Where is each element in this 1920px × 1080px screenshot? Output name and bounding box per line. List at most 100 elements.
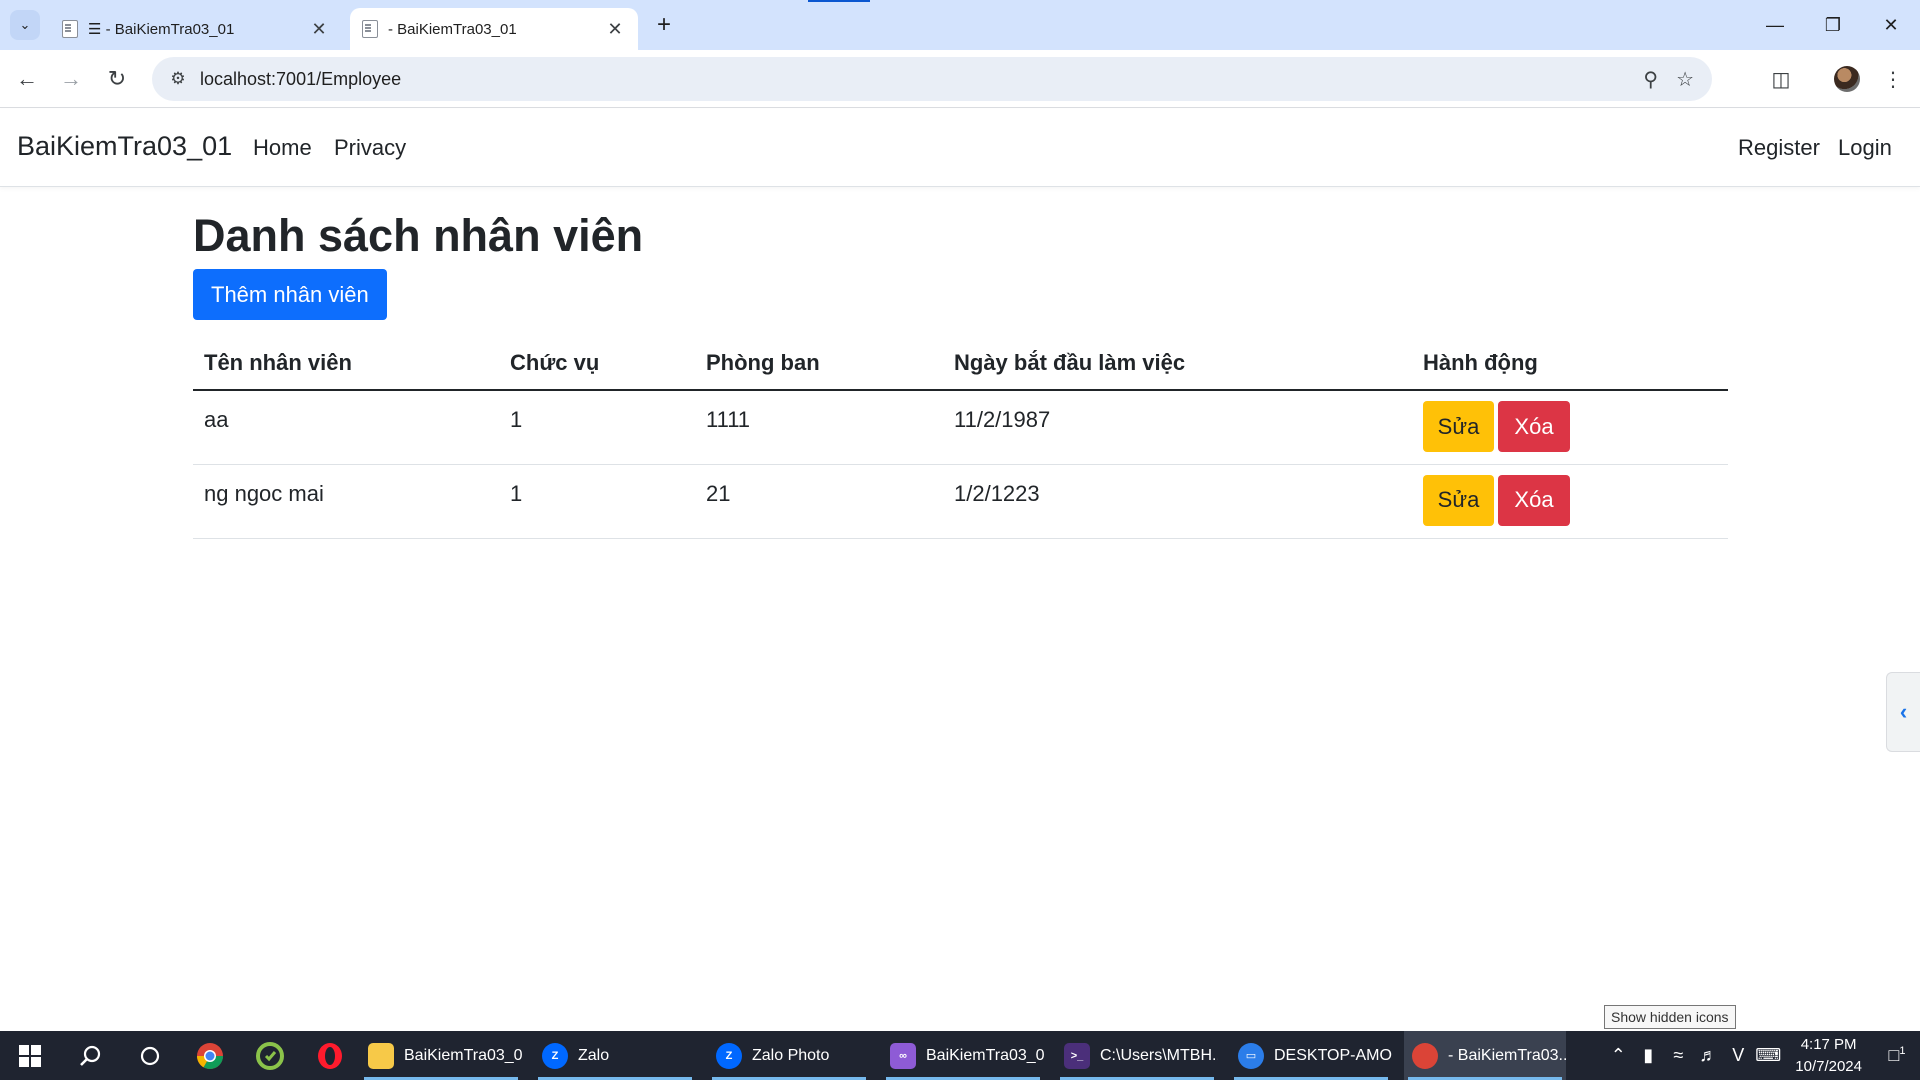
cell-position: 1 <box>499 390 695 465</box>
table-row: aa 1 1111 11/2/1987 Sửa Xóa <box>193 390 1728 465</box>
browser-tab-bar: ⌄ ☰ - BaiKiemTra03_01 ✕ - BaiKiemTra03_0… <box>0 0 1920 50</box>
input-method-icon[interactable]: V <box>1723 1045 1753 1066</box>
site-navbar: BaiKiemTra03_01 Home Privacy Register Lo… <box>0 109 1920 187</box>
taskbar-app-terminal[interactable]: >_ C:\Users\MTBH... <box>1056 1031 1218 1080</box>
extensions-icon[interactable]: ◫ <box>1764 62 1798 96</box>
taskbar-app-zalo[interactable]: Z Zalo <box>534 1031 696 1080</box>
wifi-icon[interactable]: ≈ <box>1663 1045 1693 1066</box>
remote-desktop-icon: ▭ <box>1238 1042 1264 1069</box>
side-panel-toggle[interactable]: ‹ <box>1886 672 1920 752</box>
restore-icon[interactable]: ❐ <box>1804 0 1862 50</box>
taskbar-app-label: BaiKiemTra03_0... <box>926 1046 1044 1064</box>
folder-icon <box>368 1042 394 1069</box>
terminal-icon: >_ <box>1064 1042 1090 1069</box>
cell-department: 1111 <box>695 390 943 465</box>
column-header-department: Phòng ban <box>695 336 943 391</box>
search-icon[interactable] <box>60 1031 120 1080</box>
zalo-photo-icon: Z <box>716 1042 742 1069</box>
edit-button[interactable]: Sửa <box>1423 474 1494 526</box>
system-tray: ⌃ ▮ ≈ ♬ V ⌨ 4:17 PM 10/7/2024 □1 <box>1603 1031 1920 1080</box>
nav-link-privacy[interactable]: Privacy <box>334 135 406 161</box>
taskbar-app-label: C:\Users\MTBH... <box>1100 1046 1218 1064</box>
window-controls: — ❐ ✕ <box>1746 0 1920 50</box>
chrome-icon <box>1412 1042 1438 1069</box>
column-header-position: Chức vụ <box>499 336 695 391</box>
opera-icon[interactable] <box>300 1031 360 1080</box>
cell-start-date: 11/2/1987 <box>943 390 1412 465</box>
minimize-icon[interactable]: — <box>1746 0 1804 50</box>
browser-tab-active[interactable]: - BaiKiemTra03_01 ✕ <box>350 8 638 50</box>
cell-actions: Sửa Xóa <box>1412 464 1728 539</box>
green-app-icon[interactable] <box>240 1031 300 1080</box>
notification-center-icon[interactable]: □1 <box>1874 1045 1920 1066</box>
nav-link-home[interactable]: Home <box>253 135 312 161</box>
delete-button[interactable]: Xóa <box>1498 474 1570 526</box>
page-title: Danh sách nhân viên <box>193 210 644 261</box>
close-icon[interactable]: ✕ <box>308 19 330 40</box>
clock-date: 10/7/2024 <box>1795 1057 1862 1075</box>
clock-time: 4:17 PM <box>1800 1035 1857 1053</box>
volume-icon[interactable]: ♬ <box>1693 1045 1723 1066</box>
taskbar-app-label: BaiKiemTra03_01 <box>404 1046 522 1064</box>
new-tab-icon[interactable]: + <box>650 10 678 40</box>
tray-tooltip: Show hidden icons <box>1604 1005 1736 1029</box>
reload-icon[interactable]: ↻ <box>100 62 134 96</box>
tab-strip-accent <box>808 0 870 2</box>
tab-search-button[interactable]: ⌄ <box>10 10 40 40</box>
taskbar-app-file-explorer[interactable]: BaiKiemTra03_01 <box>360 1031 522 1080</box>
table-row: ng ngoc mai 1 21 1/2/1223 Sửa Xóa <box>193 464 1728 539</box>
zalo-icon: Z <box>542 1042 568 1069</box>
taskbar-app-zalo-photo[interactable]: Z Zalo Photo <box>708 1031 870 1080</box>
edit-button[interactable]: Sửa <box>1423 401 1494 452</box>
zoom-icon[interactable]: ⚲ <box>1643 67 1658 92</box>
browser-tab-inactive[interactable]: ☰ - BaiKiemTra03_01 ✕ <box>50 8 342 50</box>
site-brand-link[interactable]: BaiKiemTra03_01 <box>17 131 232 162</box>
cell-position: 1 <box>499 464 695 539</box>
chrome-pinned-icon[interactable] <box>180 1031 240 1080</box>
windows-start-icon[interactable] <box>0 1031 60 1080</box>
url-text[interactable]: localhost:7001/Employee <box>200 69 1643 90</box>
cell-actions: Sửa Xóa <box>1412 390 1728 465</box>
cell-name: ng ngoc mai <box>193 464 499 539</box>
taskbar-app-label: Zalo <box>578 1046 610 1064</box>
forward-icon[interactable]: → <box>54 62 88 96</box>
page-icon <box>62 20 78 38</box>
nav-link-login[interactable]: Login <box>1838 135 1892 161</box>
profile-button[interactable] <box>1830 62 1864 96</box>
close-icon[interactable]: ✕ <box>604 19 626 40</box>
show-hidden-icons-chevron-icon[interactable]: ⌃ <box>1603 1045 1633 1066</box>
tab-title: ☰ - BaiKiemTra03_01 <box>88 21 235 38</box>
cortana-icon[interactable] <box>120 1031 180 1080</box>
back-icon[interactable]: ← <box>10 62 44 96</box>
taskbar-app-chrome[interactable]: - BaiKiemTra03... <box>1404 1031 1566 1080</box>
visual-studio-icon: ∞ <box>890 1042 916 1069</box>
nav-link-register[interactable]: Register <box>1738 135 1820 161</box>
taskbar-app-remote-desktop[interactable]: ▭ DESKTOP-AMO... <box>1230 1031 1392 1080</box>
windows-taskbar: BaiKiemTra03_01 Z Zalo Z Zalo Photo ∞ Ba… <box>0 1031 1920 1080</box>
table-header-row: Tên nhân viên Chức vụ Phòng ban Ngày bắt… <box>193 336 1728 391</box>
page-icon <box>362 20 378 38</box>
column-header-name: Tên nhân viên <box>193 336 499 391</box>
add-employee-button[interactable]: Thêm nhân viên <box>193 269 387 320</box>
address-bar[interactable]: ⚙ localhost:7001/Employee ⚲ ☆ <box>152 57 1712 101</box>
cell-name: aa <box>193 390 499 465</box>
chevron-left-icon: ‹ <box>1899 699 1908 724</box>
taskbar-app-label: DESKTOP-AMO... <box>1274 1046 1392 1064</box>
web-page: BaiKiemTra03_01 Home Privacy Register Lo… <box>0 109 1920 997</box>
battery-icon[interactable]: ▮ <box>1633 1045 1663 1066</box>
taskbar-app-visual-studio[interactable]: ∞ BaiKiemTra03_0... <box>882 1031 1044 1080</box>
tab-title: - BaiKiemTra03_01 <box>388 20 517 38</box>
bookmark-star-icon[interactable]: ☆ <box>1676 67 1694 92</box>
taskbar-app-label: - BaiKiemTra03... <box>1448 1046 1566 1064</box>
column-header-start-date: Ngày bắt đầu làm việc <box>943 336 1412 391</box>
chevron-down-icon: ⌄ <box>19 17 31 32</box>
site-settings-icon[interactable]: ⚙ <box>158 69 198 89</box>
main-content: Danh sách nhân viên Thêm nhân viên Tên n… <box>193 209 1728 539</box>
delete-button[interactable]: Xóa <box>1498 401 1570 452</box>
keyboard-icon[interactable]: ⌨ <box>1753 1045 1783 1066</box>
more-menu-icon[interactable]: ⋮ <box>1876 62 1910 96</box>
window-close-icon[interactable]: ✕ <box>1862 0 1920 50</box>
cell-department: 21 <box>695 464 943 539</box>
notification-count: 1 <box>1899 1045 1906 1057</box>
system-clock[interactable]: 4:17 PM 10/7/2024 <box>1795 1034 1862 1078</box>
